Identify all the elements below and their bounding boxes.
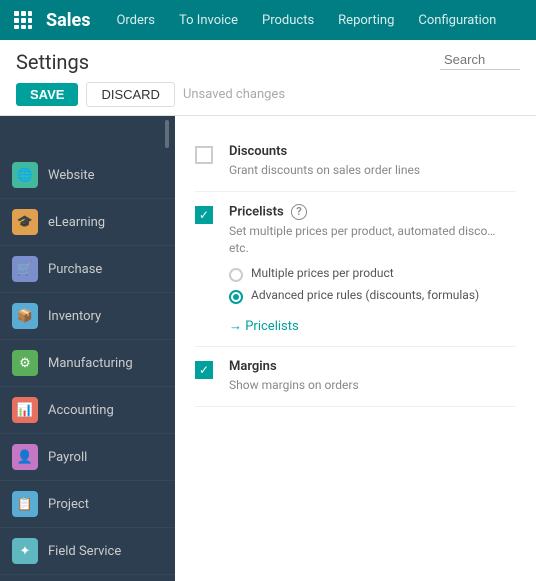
- main-layout: 🌐 Website 🎓 eLearning 🛒 Purchase 📦 Inven…: [0, 116, 536, 581]
- pricelists-info: Pricelists ? Set multiple prices per pro…: [229, 204, 516, 335]
- sidebar-label-elearning: eLearning: [48, 215, 105, 230]
- unsaved-changes-label: Unsaved changes: [183, 87, 285, 102]
- purchase-icon: 🛒: [12, 256, 38, 282]
- discounts-setting-row: Discounts Grant discounts on sales order…: [195, 132, 516, 192]
- margins-setting-row: Margins Show margins on orders: [195, 347, 516, 407]
- radio-advanced-rules-circle[interactable]: [229, 290, 243, 304]
- radio-multi-prices-label: Multiple prices per product: [251, 266, 394, 280]
- accounting-icon: 📊: [12, 397, 38, 423]
- pricelists-checkbox[interactable]: [195, 206, 213, 224]
- sidebar-item-field-service[interactable]: ✦ Field Service: [0, 528, 175, 575]
- sidebar-item-purchase[interactable]: 🛒 Purchase: [0, 246, 175, 293]
- page-title: Settings: [16, 50, 89, 74]
- margins-checkbox[interactable]: [195, 361, 213, 379]
- pricelists-link[interactable]: → Pricelists: [229, 318, 299, 334]
- sidebar-label-payroll: Payroll: [48, 450, 87, 465]
- sidebar-label-project: Project: [48, 497, 89, 512]
- website-icon: 🌐: [12, 162, 38, 188]
- sidebar-label-inventory: Inventory: [48, 309, 101, 324]
- settings-header: Settings SAVE DISCARD Unsaved changes: [0, 40, 536, 116]
- discard-button[interactable]: DISCARD: [86, 82, 175, 107]
- sidebar-item-payroll[interactable]: 👤 Payroll: [0, 434, 175, 481]
- nav-reporting[interactable]: Reporting: [328, 9, 404, 32]
- payroll-icon: 👤: [12, 444, 38, 470]
- sidebar-label-accounting: Accounting: [48, 403, 114, 418]
- app-title: Sales: [46, 10, 90, 31]
- margins-info: Margins Show margins on orders: [229, 359, 516, 394]
- discounts-info: Discounts Grant discounts on sales order…: [229, 144, 516, 179]
- manufacturing-icon: ⚙: [12, 350, 38, 376]
- elearning-icon: 🎓: [12, 209, 38, 235]
- radio-advanced-rules: Advanced price rules (discounts, formula…: [229, 288, 516, 304]
- sidebar-item-planning[interactable]: ≡ Planning: [0, 575, 175, 581]
- navbar-menu: Orders To Invoice Products Reporting Con…: [106, 9, 528, 32]
- search-input[interactable]: [440, 50, 520, 70]
- nav-to-invoice[interactable]: To Invoice: [169, 9, 248, 32]
- inventory-icon: 📦: [12, 303, 38, 329]
- sidebar-item-project[interactable]: 📋 Project: [0, 481, 175, 528]
- sidebar-label-field-service: Field Service: [48, 544, 121, 559]
- pricelists-sub-options: Multiple prices per product Advanced pri…: [229, 266, 516, 304]
- nav-configuration[interactable]: Configuration: [408, 9, 506, 32]
- sidebar-item-website[interactable]: 🌐 Website: [0, 152, 175, 199]
- settings-toolbar: SAVE DISCARD Unsaved changes: [16, 82, 520, 115]
- sidebar: 🌐 Website 🎓 eLearning 🛒 Purchase 📦 Inven…: [0, 116, 175, 581]
- nav-products[interactable]: Products: [252, 9, 324, 32]
- grid-menu-icon[interactable]: [8, 5, 38, 35]
- navbar: Sales Orders To Invoice Products Reporti…: [0, 0, 536, 40]
- project-icon: 📋: [12, 491, 38, 517]
- radio-advanced-rules-label: Advanced price rules (discounts, formula…: [251, 288, 479, 302]
- radio-multi-prices-circle[interactable]: [229, 268, 243, 282]
- margins-name: Margins: [229, 359, 516, 374]
- main-content: Discounts Grant discounts on sales order…: [175, 116, 536, 581]
- discounts-checkbox[interactable]: [195, 146, 213, 164]
- pricelists-name: Pricelists ?: [229, 204, 516, 220]
- margins-desc: Show margins on orders: [229, 377, 516, 394]
- sidebar-item-manufacturing[interactable]: ⚙ Manufacturing: [0, 340, 175, 387]
- sidebar-label-manufacturing: Manufacturing: [48, 356, 133, 371]
- field-service-icon: ✦: [12, 538, 38, 564]
- pricelists-setting-row: Pricelists ? Set multiple prices per pro…: [195, 192, 516, 348]
- sidebar-item-elearning[interactable]: 🎓 eLearning: [0, 199, 175, 246]
- scrollbar-indicator: [165, 120, 169, 148]
- save-button[interactable]: SAVE: [16, 83, 78, 106]
- pricelists-help-icon[interactable]: ?: [291, 204, 307, 220]
- sidebar-item-accounting[interactable]: 📊 Accounting: [0, 387, 175, 434]
- discounts-name: Discounts: [229, 144, 516, 159]
- discounts-desc: Grant discounts on sales order lines: [229, 162, 516, 179]
- pricelists-desc: Set multiple prices per product, automat…: [229, 223, 516, 257]
- sidebar-label-website: Website: [48, 168, 95, 183]
- radio-multi-prices: Multiple prices per product: [229, 266, 516, 282]
- sidebar-label-purchase: Purchase: [48, 262, 102, 277]
- sidebar-item-inventory[interactable]: 📦 Inventory: [0, 293, 175, 340]
- nav-orders[interactable]: Orders: [106, 9, 165, 32]
